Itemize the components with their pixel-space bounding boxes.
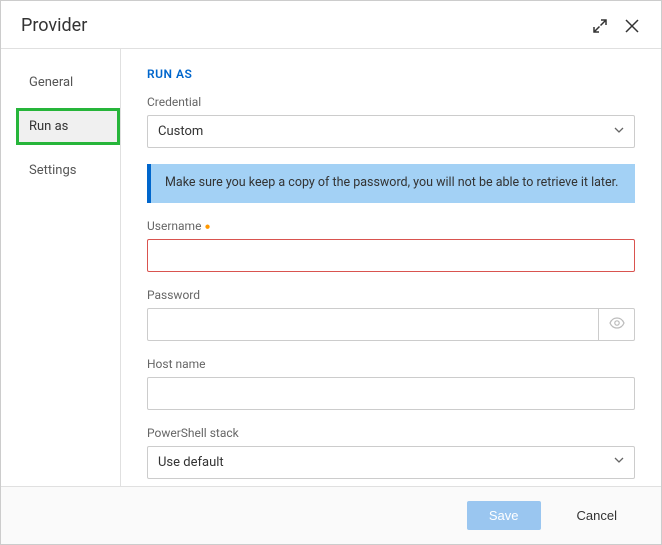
password-label: Password [147, 288, 635, 302]
provider-dialog: Provider General Run as Settings [0, 0, 662, 545]
dialog-body: General Run as Settings RUN AS Credentia… [1, 49, 661, 486]
username-label-text: Username [147, 219, 201, 233]
dialog-header: Provider [1, 1, 661, 49]
password-input-wrap [147, 308, 635, 341]
eye-icon [609, 315, 625, 334]
close-icon[interactable] [623, 17, 641, 35]
powershell-label: PowerShell stack [147, 426, 635, 440]
sidebar-item-run-as[interactable]: Run as [16, 108, 120, 145]
hostname-field-group: Host name [147, 357, 635, 410]
credential-select[interactable]: Custom [147, 115, 635, 148]
required-indicator: ● [204, 221, 210, 232]
save-button[interactable]: Save [467, 501, 541, 530]
hostname-input[interactable] [147, 377, 635, 410]
password-field-group: Password [147, 288, 635, 341]
password-input[interactable] [147, 308, 599, 341]
header-controls [591, 17, 641, 35]
username-field-group: Username ● [147, 219, 635, 272]
sidebar-item-general[interactable]: General [19, 67, 120, 98]
sidebar-item-settings[interactable]: Settings [19, 155, 120, 186]
credential-value[interactable]: Custom [147, 115, 635, 148]
credential-label: Credential [147, 95, 635, 109]
expand-icon[interactable] [591, 17, 609, 35]
info-banner: Make sure you keep a copy of the passwor… [147, 164, 635, 203]
dialog-title: Provider [21, 15, 87, 36]
toggle-password-visibility[interactable] [599, 308, 635, 341]
username-input[interactable] [147, 239, 635, 272]
hostname-label: Host name [147, 357, 635, 371]
dialog-footer: Save Cancel [1, 486, 661, 544]
username-label: Username ● [147, 219, 635, 233]
powershell-select[interactable]: Use default [147, 446, 635, 479]
sidebar: General Run as Settings [1, 49, 121, 486]
cancel-button[interactable]: Cancel [555, 501, 639, 530]
powershell-field-group: PowerShell stack Use default [147, 426, 635, 479]
section-title: RUN AS [147, 67, 635, 81]
content-panel: RUN AS Credential Custom Make sure you k… [121, 49, 661, 486]
credential-field-group: Credential Custom [147, 95, 635, 148]
powershell-value[interactable]: Use default [147, 446, 635, 479]
